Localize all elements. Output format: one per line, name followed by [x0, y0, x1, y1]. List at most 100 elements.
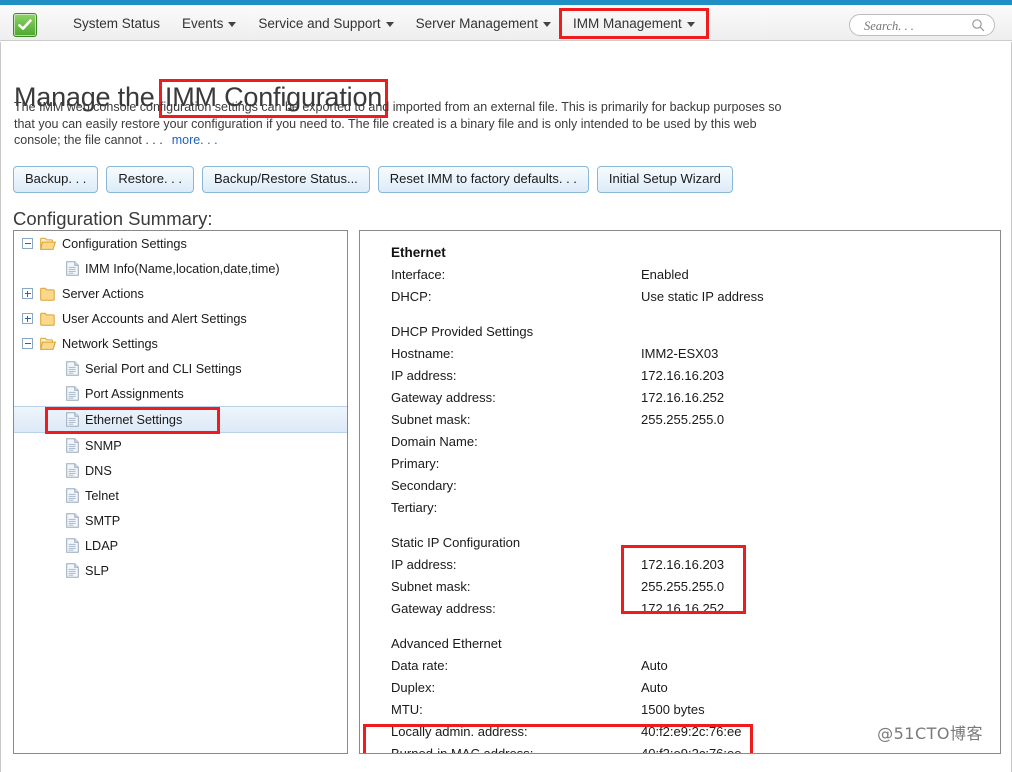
detail-section-title: Advanced Ethernet	[391, 633, 1000, 655]
toolbar-button-initial-setup-wizard[interactable]: Initial Setup Wizard	[597, 166, 733, 193]
detail-row-key: Hostname:	[391, 343, 454, 365]
tree-item-label: Telnet	[85, 489, 119, 503]
chevron-down-icon	[228, 22, 236, 27]
tree-item-dns[interactable]: DNS	[14, 458, 347, 483]
detail-row-key: Data rate:	[391, 655, 448, 677]
detail-row-value: 1500 bytes	[641, 699, 705, 721]
tree-item-label: Configuration Settings	[62, 237, 187, 251]
nav-item-service-and-support[interactable]: Service and Support	[247, 11, 404, 36]
tree-item-slp[interactable]: SLP	[14, 558, 347, 583]
tree-item-telnet[interactable]: Telnet	[14, 483, 347, 508]
detail-row: Domain Name:	[391, 431, 1000, 453]
page-icon	[66, 513, 79, 528]
tree-item-ethernet-settings[interactable]: Ethernet Settings	[14, 406, 347, 433]
page-icon	[66, 386, 79, 401]
tree-item-port-assignments[interactable]: Port Assignments	[14, 381, 347, 406]
tree-item-smtp[interactable]: SMTP	[14, 508, 347, 533]
chevron-down-icon	[543, 22, 551, 27]
more-link[interactable]: more. . .	[172, 133, 218, 147]
detail-row-key: Subnet mask:	[391, 576, 471, 598]
detail-row-value: IMM2-ESX03	[641, 343, 718, 365]
detail-row: MTU:1500 bytes	[391, 699, 1000, 721]
nav-item-system-status[interactable]: System Status	[62, 11, 171, 36]
detail-row: Hostname: IMM2-ESX03	[391, 343, 1000, 365]
watermark: @51CTO博客	[877, 720, 983, 744]
detail-row: IP address:172.16.16.203	[391, 554, 1000, 576]
tree-item-user-accounts-and-alert-settings[interactable]: User Accounts and Alert Settings	[14, 306, 347, 331]
tree-item-snmp[interactable]: SNMP	[14, 433, 347, 458]
search-box[interactable]	[849, 14, 995, 36]
chevron-down-icon	[386, 22, 394, 27]
nav-item-events[interactable]: Events	[171, 11, 247, 36]
tree-item-label: SMTP	[85, 514, 120, 528]
detail-section-title: DHCP Provided Settings	[391, 321, 1000, 343]
page-description: The IMM web console configuration settin…	[14, 99, 794, 149]
nav-item-server-management[interactable]: Server Management	[405, 11, 562, 36]
nav-item-label: Events	[182, 16, 223, 31]
collapse-icon[interactable]	[22, 238, 33, 249]
detail-row-key: Subnet mask:	[391, 409, 471, 431]
imm-web-console-page: System Status Events Service and Support Se…	[0, 0, 1012, 772]
tree-item-serial-port-and-cli-settings[interactable]: Serial Port and CLI Settings	[14, 356, 347, 381]
detail-row: Secondary:	[391, 475, 1000, 497]
folder-open-icon	[40, 337, 56, 351]
detail-row-key: IP address:	[391, 365, 457, 387]
detail-row-value: Enabled	[641, 264, 689, 286]
tree-item-server-actions[interactable]: Server Actions	[14, 281, 347, 306]
configuration-tree-panel[interactable]: Configuration Settings IMM Info(Name,loca…	[13, 230, 348, 754]
detail-row-key: Duplex:	[391, 677, 435, 699]
tree-item-label: Port Assignments	[85, 387, 184, 401]
expand-icon[interactable]	[22, 288, 33, 299]
detail-row: Tertiary:	[391, 497, 1000, 519]
page-content: Manage the IMM Configuration The IMM web…	[0, 42, 1012, 772]
tree-item-label: User Accounts and Alert Settings	[62, 312, 247, 326]
tree-item-label: DNS	[85, 464, 112, 478]
detail-content: EthernetInterface:EnabledDHCP:Use static…	[391, 242, 1000, 754]
toolbar-button-backup[interactable]: Backup. . .	[13, 166, 98, 193]
detail-section-title: Static IP Configuration	[391, 532, 1000, 554]
nav-item-list: System Status Events Service and Support Se…	[62, 5, 706, 41]
page-icon	[66, 463, 79, 478]
nav-item-label: Server Management	[416, 16, 538, 31]
detail-row-value: 172.16.16.252	[641, 387, 724, 409]
tree-item-configuration-settings[interactable]: Configuration Settings	[14, 231, 347, 256]
detail-row-key: DHCP:	[391, 286, 431, 308]
detail-row: DHCP:Use static IP address	[391, 286, 1000, 308]
tree-item-label: Serial Port and CLI Settings	[85, 362, 242, 376]
nav-item-label: System Status	[73, 16, 160, 31]
nav-item-imm-management[interactable]: IMM Management	[562, 11, 706, 36]
detail-row: Duplex: Auto	[391, 677, 1000, 699]
tree-item-label: LDAP	[85, 539, 118, 553]
tree-item-network-settings[interactable]: Network Settings	[14, 331, 347, 356]
detail-row-value: Auto	[641, 677, 668, 699]
detail-row: Subnet mask:255.255.255.0	[391, 576, 1000, 598]
toolbar-button-backup-restore-status[interactable]: Backup/Restore Status...	[202, 166, 370, 193]
detail-row: Data rate:Auto	[391, 655, 1000, 677]
green-check-icon[interactable]	[13, 13, 37, 37]
detail-row-key: Gateway address:	[391, 387, 496, 409]
toolbar-button-reset-imm-to-factory-defaults[interactable]: Reset IMM to factory defaults. . .	[378, 166, 589, 193]
detail-row-key: Burned-in MAC address:	[391, 743, 533, 754]
detail-row: Gateway address: 172.16.16.252	[391, 387, 1000, 409]
detail-row-key: Primary:	[391, 453, 439, 475]
detail-row-key: Interface:	[391, 264, 445, 286]
page-icon	[66, 563, 79, 578]
page-icon	[66, 361, 79, 376]
tree-item-label: Server Actions	[62, 287, 144, 301]
page-description-text: The IMM web console configuration settin…	[14, 100, 782, 147]
nav-item-label: Service and Support	[258, 16, 380, 31]
detail-row-key: Gateway address:	[391, 598, 496, 620]
detail-row-value: 172.16.16.252	[641, 598, 724, 620]
tree-item-imm-info-name-location-date-time[interactable]: IMM Info(Name,location,date,time)	[14, 256, 347, 281]
collapse-icon[interactable]	[22, 338, 33, 349]
tree-item-label: SNMP	[85, 439, 122, 453]
toolbar-button-restore[interactable]: Restore. . .	[106, 166, 194, 193]
tree-item-ldap[interactable]: LDAP	[14, 533, 347, 558]
detail-row-key: Locally admin. address:	[391, 721, 528, 743]
page-icon	[66, 438, 79, 453]
detail-row-key: IP address:	[391, 554, 457, 576]
magnifier-icon[interactable]	[971, 18, 985, 37]
expand-icon[interactable]	[22, 313, 33, 324]
search-input[interactable]	[862, 15, 974, 37]
detail-spacer	[391, 308, 1000, 321]
